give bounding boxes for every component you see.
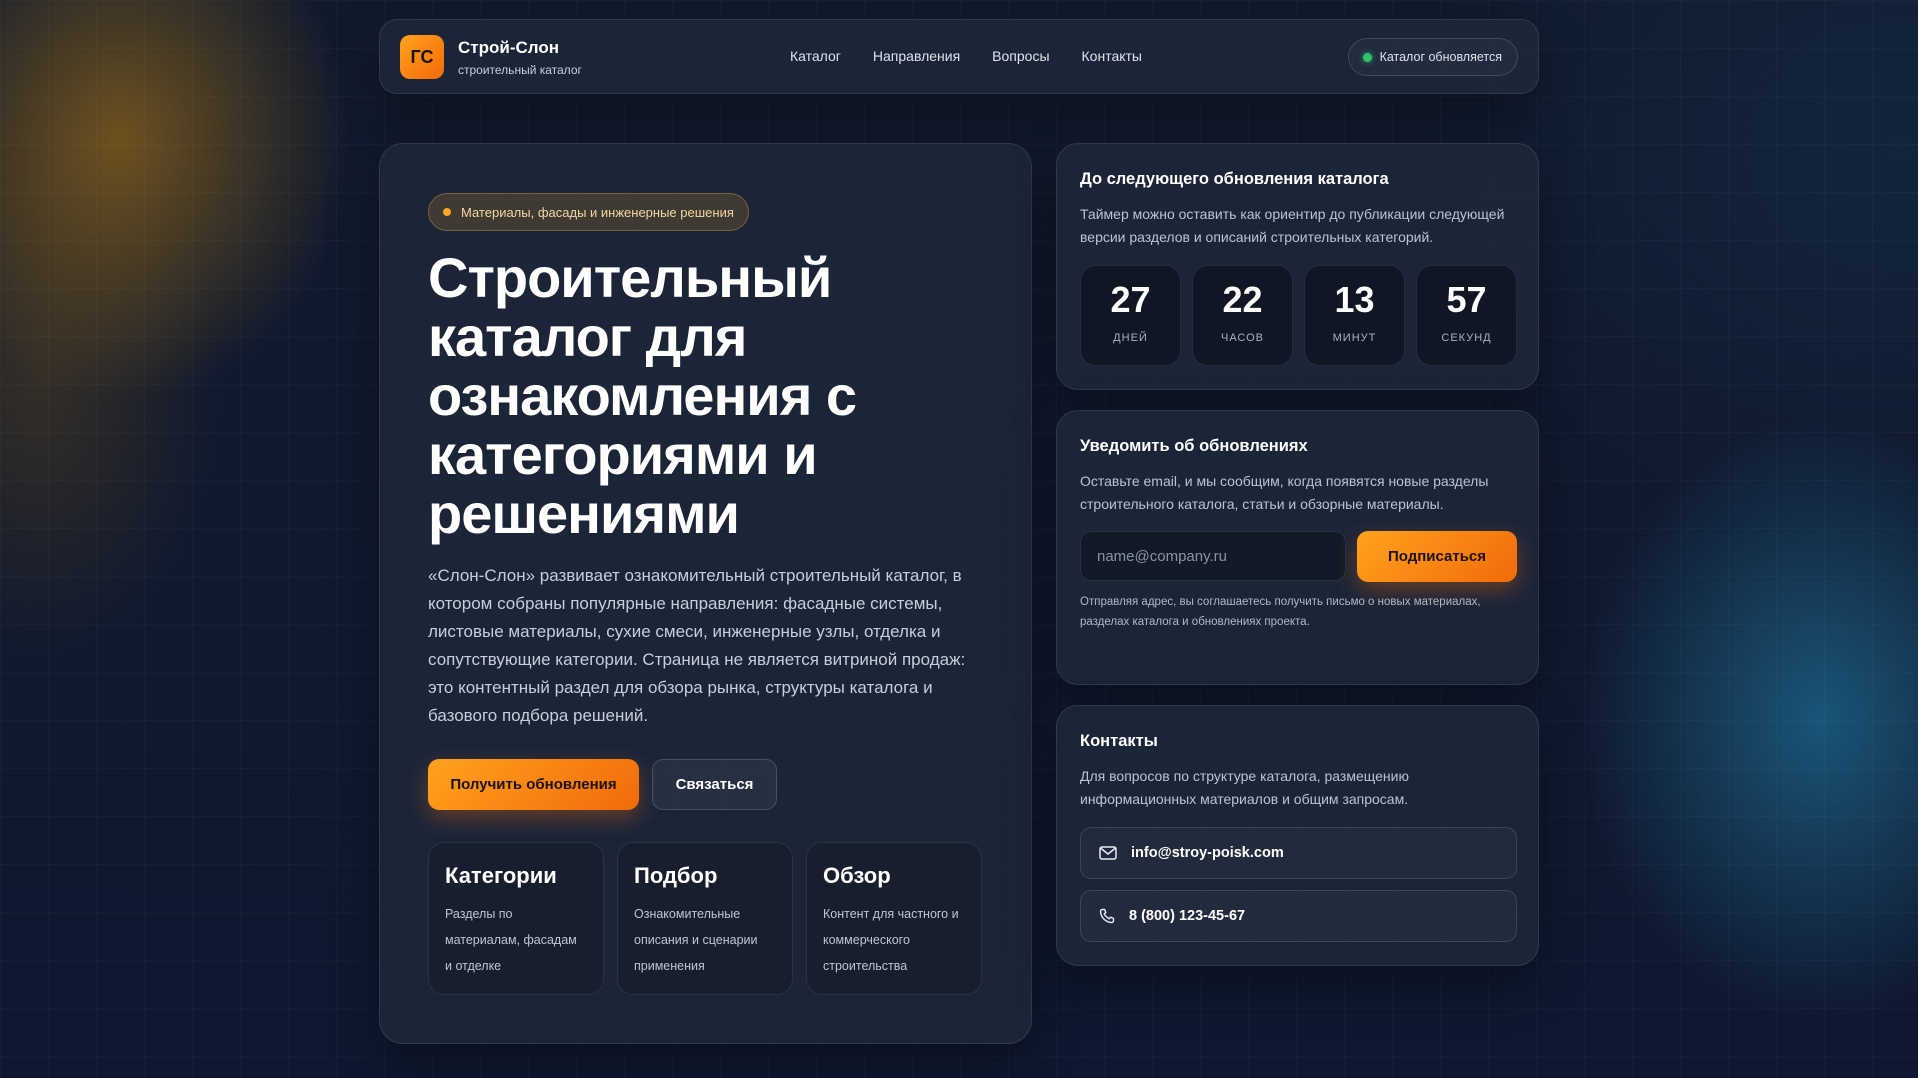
contact-email: info@stroy-poisk.com (1131, 845, 1284, 861)
hero-tag: Материалы, фасады и инженерные решения (428, 193, 749, 231)
feature-card-overview[interactable]: Обзор Контент для частного и коммерческо… (806, 842, 982, 995)
hero-tag-text: Материалы, фасады и инженерные решения (461, 204, 734, 220)
countdown-value: 57 (1446, 279, 1487, 320)
contact-phone-link[interactable]: 8 (800) 123-45-67 (1080, 890, 1517, 942)
mail-icon (1099, 846, 1117, 860)
countdown-hours: 22 ЧАСОВ (1192, 265, 1293, 366)
status-badge: Каталог обновляется (1347, 38, 1518, 76)
feature-title: Обзор (823, 863, 891, 888)
contacts-description: Для вопросов по структуре каталога, разм… (1080, 768, 1409, 807)
nav-catalog[interactable]: Каталог (790, 48, 841, 64)
contacts-title: Контакты (1080, 732, 1158, 750)
contacts-card: Контакты Для вопросов по структуре катал… (1056, 705, 1539, 966)
countdown-label: ЧАСОВ (1220, 332, 1265, 344)
contact-email-link[interactable]: info@stroy-poisk.com (1080, 827, 1517, 879)
countdown-minutes: 13 МИНУТ (1304, 265, 1405, 366)
contact-phone: 8 (800) 123-45-67 (1129, 908, 1246, 924)
hero-card: Материалы, фасады и инженерные решения С… (379, 143, 1032, 1044)
countdown-title: До следующего обновления каталога (1080, 170, 1389, 188)
countdown-days: 27 ДНЕЙ (1080, 265, 1181, 366)
status-dot-icon (1362, 52, 1372, 62)
countdown-card: До следующего обновления каталога Таймер… (1056, 143, 1539, 390)
top-header: ГС Строй-Слон строительный каталог Катал… (379, 19, 1539, 94)
email-input[interactable] (1080, 531, 1346, 581)
subscribe-button[interactable]: Подписаться (1357, 531, 1517, 582)
hero-title: Строительный каталог для ознакомления с … (428, 246, 857, 545)
countdown-description: Таймер можно оставить как ориентир до пу… (1080, 206, 1505, 245)
hero-description: «Слон-Слон» развивает ознакомительный ст… (428, 566, 966, 725)
tag-dot-icon (443, 208, 451, 216)
contact-button[interactable]: Связаться (652, 759, 777, 810)
feature-title: Категории (445, 863, 557, 888)
get-updates-button[interactable]: Получить обновления (428, 759, 639, 810)
feature-card-categories[interactable]: Категории Разделы по материалам, фасадам… (428, 842, 604, 995)
countdown-value: 22 (1222, 279, 1263, 320)
subscribe-card: Уведомить об обновлениях Оставьте email,… (1056, 410, 1539, 685)
main-nav: Каталог Направления Вопросы Контакты (790, 48, 1142, 64)
status-text: Каталог обновляется (1379, 50, 1502, 64)
countdown-value: 27 (1110, 279, 1151, 320)
countdown-label: ДНЕЙ (1113, 332, 1148, 344)
nav-contacts[interactable]: Контакты (1082, 48, 1142, 64)
countdown-seconds: 57 СЕКУНД (1416, 265, 1517, 366)
feature-text: Разделы по материалам, фасадам и отделке (445, 907, 577, 973)
brand-subtitle: строительный каталог (458, 63, 582, 77)
subscribe-description: Оставьте email, и мы сообщим, когда появ… (1080, 473, 1489, 512)
feature-card-selection[interactable]: Подбор Ознакомительные описания и сценар… (617, 842, 793, 995)
countdown-label: СЕКУНД (1441, 332, 1492, 344)
subscribe-title: Уведомить об обновлениях (1080, 437, 1308, 455)
countdown-value: 13 (1334, 279, 1375, 320)
feature-text: Ознакомительные описания и сценарии прим… (634, 907, 758, 973)
feature-title: Подбор (634, 863, 718, 888)
consent-note: Отправляя адрес, вы соглашаетесь получит… (1080, 596, 1481, 628)
countdown-label: МИНУТ (1332, 332, 1377, 344)
brand-name[interactable]: Строй-Слон (458, 38, 559, 58)
feature-text: Контент для частного и коммерческого стр… (823, 907, 959, 973)
nav-questions[interactable]: Вопросы (992, 48, 1049, 64)
nav-directions[interactable]: Направления (873, 48, 960, 64)
logo-badge[interactable]: ГС (400, 35, 444, 79)
phone-icon (1099, 908, 1115, 924)
